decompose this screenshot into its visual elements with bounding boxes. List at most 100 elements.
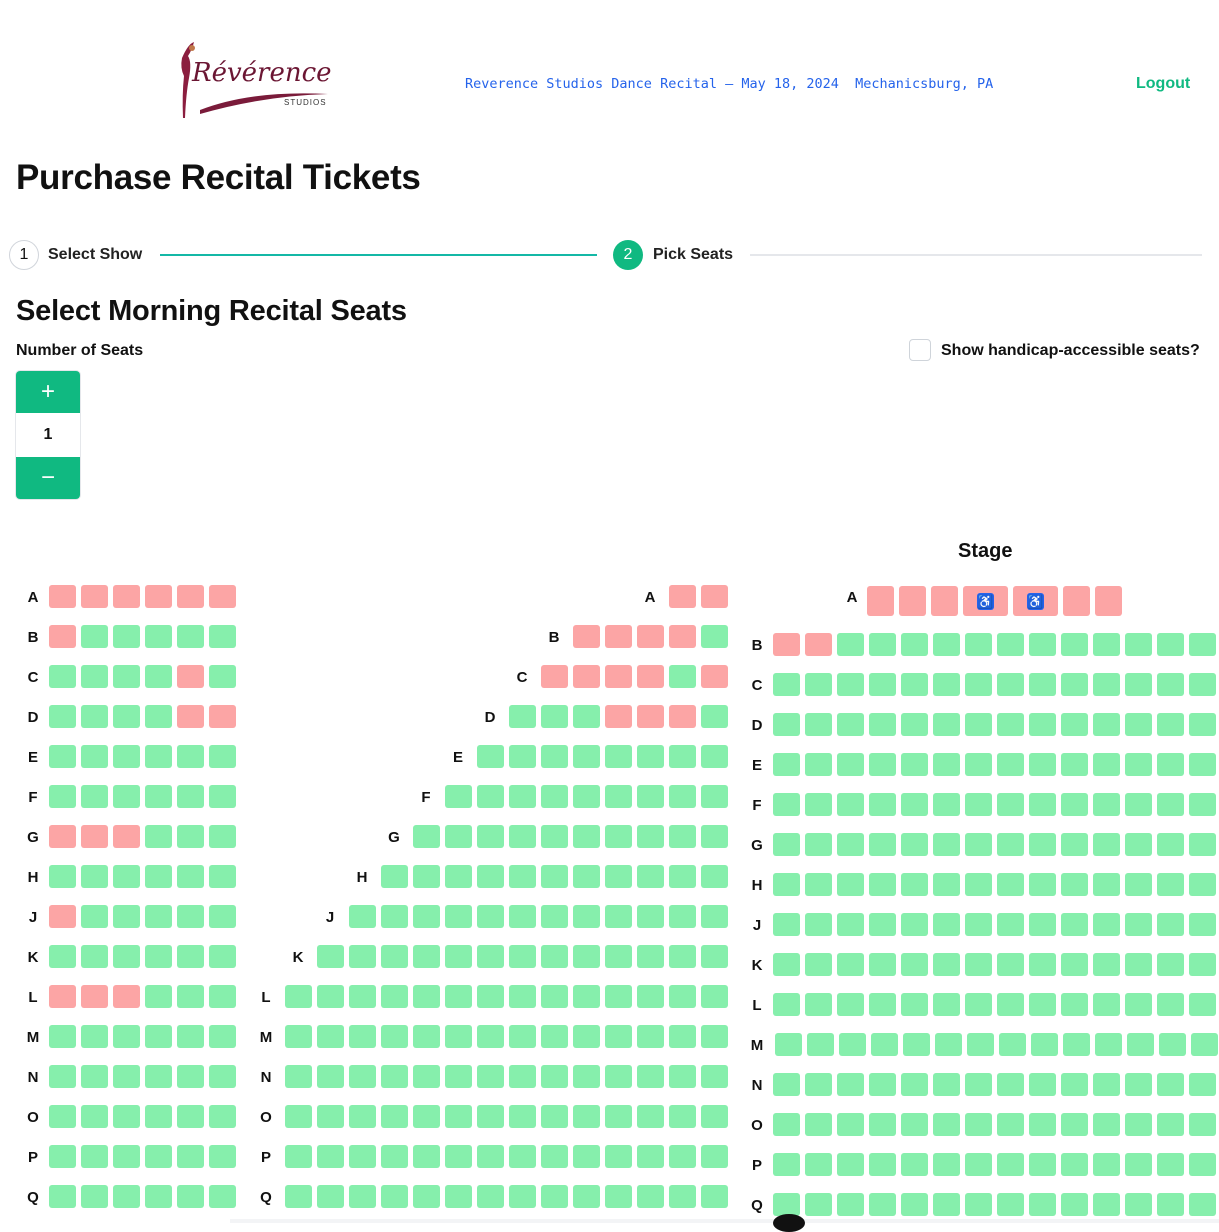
seat-center-F9[interactable] [701, 785, 728, 808]
seat-center-G6[interactable] [573, 825, 600, 848]
seat-center-P6[interactable] [445, 1145, 472, 1168]
seat-right-N5[interactable] [901, 1073, 928, 1096]
seat-right-O6[interactable] [933, 1113, 960, 1136]
seat-center-J7[interactable] [541, 905, 568, 928]
seat-center-N11[interactable] [605, 1065, 632, 1088]
seat-center-M1[interactable] [285, 1025, 312, 1048]
seat-right-M6[interactable] [935, 1033, 962, 1056]
seat-center-L7[interactable] [477, 985, 504, 1008]
seat-right-P12[interactable] [1125, 1153, 1152, 1176]
seat-center-O6[interactable] [445, 1105, 472, 1128]
seat-center-G4[interactable] [509, 825, 536, 848]
seat-center-E6[interactable] [637, 745, 664, 768]
seat-center-P4[interactable] [381, 1145, 408, 1168]
seat-right-B4[interactable] [869, 633, 896, 656]
seat-right-J11[interactable] [1093, 913, 1120, 936]
seat-left-F6[interactable] [209, 785, 236, 808]
seat-right-Q13[interactable] [1157, 1193, 1184, 1216]
seat-right-Q4[interactable] [869, 1193, 896, 1216]
seat-right-D14[interactable] [1189, 713, 1216, 736]
seat-center-L8[interactable] [509, 985, 536, 1008]
seat-right-O9[interactable] [1029, 1113, 1056, 1136]
seat-center-H10[interactable] [669, 865, 696, 888]
seat-right-K6[interactable] [933, 953, 960, 976]
seat-left-F5[interactable] [177, 785, 204, 808]
seat-left-N3[interactable] [113, 1065, 140, 1088]
seat-right-P4[interactable] [869, 1153, 896, 1176]
seat-right-P3[interactable] [837, 1153, 864, 1176]
seat-right-N9[interactable] [1029, 1073, 1056, 1096]
seat-right-K13[interactable] [1157, 953, 1184, 976]
increment-button[interactable]: + [16, 371, 80, 413]
seat-center-J8[interactable] [573, 905, 600, 928]
seat-left-Q3[interactable] [113, 1185, 140, 1208]
seat-left-Q4[interactable] [145, 1185, 172, 1208]
seat-center-Q5[interactable] [413, 1185, 440, 1208]
seat-right-L11[interactable] [1093, 993, 1120, 1016]
seat-center-G2[interactable] [445, 825, 472, 848]
seat-center-N13[interactable] [669, 1065, 696, 1088]
seat-right-H6[interactable] [933, 873, 960, 896]
seat-left-E3[interactable] [113, 745, 140, 768]
seat-center-P5[interactable] [413, 1145, 440, 1168]
seat-right-M1[interactable] [775, 1033, 802, 1056]
seat-left-M5[interactable] [177, 1025, 204, 1048]
seat-left-J2[interactable] [81, 905, 108, 928]
seat-right-L2[interactable] [805, 993, 832, 1016]
seat-right-O13[interactable] [1157, 1113, 1184, 1136]
seat-right-C8[interactable] [997, 673, 1024, 696]
seat-left-M4[interactable] [145, 1025, 172, 1048]
seat-right-B13[interactable] [1157, 633, 1184, 656]
seat-right-G11[interactable] [1093, 833, 1120, 856]
accessible-seats-checkbox[interactable] [909, 339, 931, 361]
seat-right-D3[interactable] [837, 713, 864, 736]
seat-right-J3[interactable] [837, 913, 864, 936]
seat-right-E4[interactable] [869, 753, 896, 776]
seat-center-F1[interactable] [445, 785, 472, 808]
seat-center-K4[interactable] [413, 945, 440, 968]
seat-left-B3[interactable] [113, 625, 140, 648]
seat-right-Q7[interactable] [965, 1193, 992, 1216]
seat-center-P11[interactable] [605, 1145, 632, 1168]
seat-right-L5[interactable] [901, 993, 928, 1016]
seat-right-L14[interactable] [1189, 993, 1216, 1016]
seat-center-H6[interactable] [541, 865, 568, 888]
seat-right-K8[interactable] [997, 953, 1024, 976]
seat-center-D2[interactable] [541, 705, 568, 728]
seat-left-L4[interactable] [145, 985, 172, 1008]
seat-right-K1[interactable] [773, 953, 800, 976]
seat-left-P3[interactable] [113, 1145, 140, 1168]
seat-center-L10[interactable] [573, 985, 600, 1008]
seat-left-E5[interactable] [177, 745, 204, 768]
seat-center-H3[interactable] [445, 865, 472, 888]
seat-right-P7[interactable] [965, 1153, 992, 1176]
seat-center-J9[interactable] [605, 905, 632, 928]
seat-right-J13[interactable] [1157, 913, 1184, 936]
seat-right-C12[interactable] [1125, 673, 1152, 696]
seat-right-H9[interactable] [1029, 873, 1056, 896]
seat-left-D3[interactable] [113, 705, 140, 728]
seat-center-F3[interactable] [509, 785, 536, 808]
seat-left-N5[interactable] [177, 1065, 204, 1088]
seat-right-P14[interactable] [1189, 1153, 1216, 1176]
seat-right-P9[interactable] [1029, 1153, 1056, 1176]
seat-center-L13[interactable] [669, 985, 696, 1008]
seat-right-K11[interactable] [1093, 953, 1120, 976]
seat-left-G6[interactable] [209, 825, 236, 848]
seat-right-N12[interactable] [1125, 1073, 1152, 1096]
seat-left-N6[interactable] [209, 1065, 236, 1088]
seat-right-D2[interactable] [805, 713, 832, 736]
seat-left-O2[interactable] [81, 1105, 108, 1128]
seat-right-L12[interactable] [1125, 993, 1152, 1016]
seat-right-M12[interactable] [1127, 1033, 1154, 1056]
seat-center-K2[interactable] [349, 945, 376, 968]
seat-center-P12[interactable] [637, 1145, 664, 1168]
seat-right-H3[interactable] [837, 873, 864, 896]
seat-right-Q10[interactable] [1061, 1193, 1088, 1216]
seat-center-N2[interactable] [317, 1065, 344, 1088]
seat-center-F4[interactable] [541, 785, 568, 808]
seat-center-K7[interactable] [509, 945, 536, 968]
seat-center-Q10[interactable] [573, 1185, 600, 1208]
seat-left-H2[interactable] [81, 865, 108, 888]
seat-center-N14[interactable] [701, 1065, 728, 1088]
